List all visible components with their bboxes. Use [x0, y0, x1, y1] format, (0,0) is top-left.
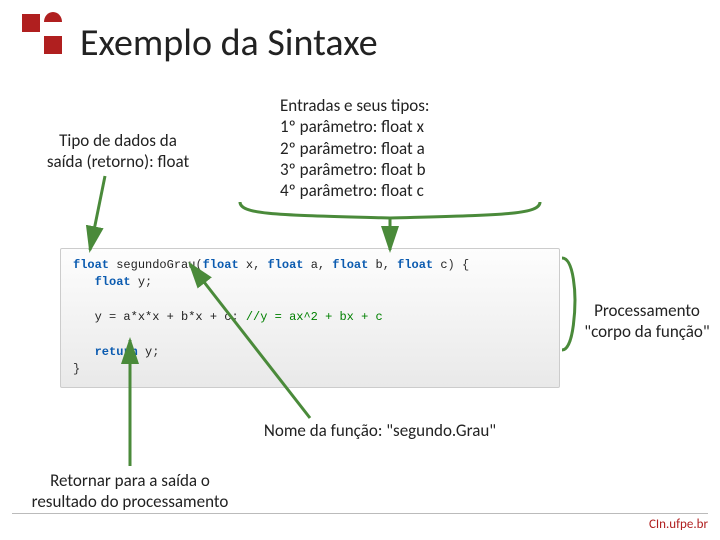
annotation-line: Processamento — [572, 300, 720, 321]
footer-divider — [12, 513, 708, 514]
code-param: x — [246, 258, 253, 272]
annotation-line: 3º parâmetro: float b — [280, 159, 500, 180]
code-keyword: float — [397, 258, 433, 272]
annotation-function-name: Nome da função: "segundo.Grau" — [230, 420, 530, 441]
annotation-line: Retornar para a saída o — [20, 470, 240, 491]
code-expr: a*x*x + b*x + c — [123, 310, 231, 324]
code-return-val: y — [145, 345, 152, 359]
annotation-line: saída (retorno): float — [28, 151, 208, 172]
code-keyword: float — [203, 258, 239, 272]
code-var: y — [138, 275, 145, 289]
annotation-line: Tipo de dados da — [28, 130, 208, 151]
code-lhs: y — [95, 310, 102, 324]
slide-title: Exemplo da Sintaxe — [80, 20, 378, 66]
annotation-parameters: Entradas e seus tipos: 1º parâmetro: flo… — [280, 95, 500, 201]
code-keyword: float — [332, 258, 368, 272]
code-keyword: float — [267, 258, 303, 272]
code-keyword: float — [73, 258, 109, 272]
code-param: c — [440, 258, 447, 272]
annotation-line: 1º parâmetro: float x — [280, 116, 500, 137]
annotation-return-type: Tipo de dados da saída (retorno): float — [28, 130, 208, 173]
logo — [22, 14, 64, 56]
code-fn-name: segundoGrau — [116, 258, 195, 272]
annotation-line: 2º parâmetro: float a — [280, 138, 500, 159]
footer-text: CIn.ufpe.br — [649, 517, 708, 532]
code-param: a — [311, 258, 318, 272]
annotation-body: Processamento "corpo da função" — [572, 300, 720, 343]
annotation-line: "corpo da função" — [572, 321, 720, 342]
annotation-line: Entradas e seus tipos: — [280, 95, 500, 116]
annotation-return-statement: Retornar para a saída o resultado do pro… — [20, 470, 240, 513]
code-comment: //y = ax^2 + bx + c — [246, 310, 383, 324]
code-param: b — [376, 258, 383, 272]
code-keyword: return — [95, 345, 138, 359]
annotation-line: resultado do processamento — [20, 491, 240, 512]
annotation-line: 4º parâmetro: float c — [280, 180, 500, 201]
code-block: float segundoGrau(float x, float a, floa… — [60, 248, 560, 388]
code-keyword: float — [95, 275, 131, 289]
